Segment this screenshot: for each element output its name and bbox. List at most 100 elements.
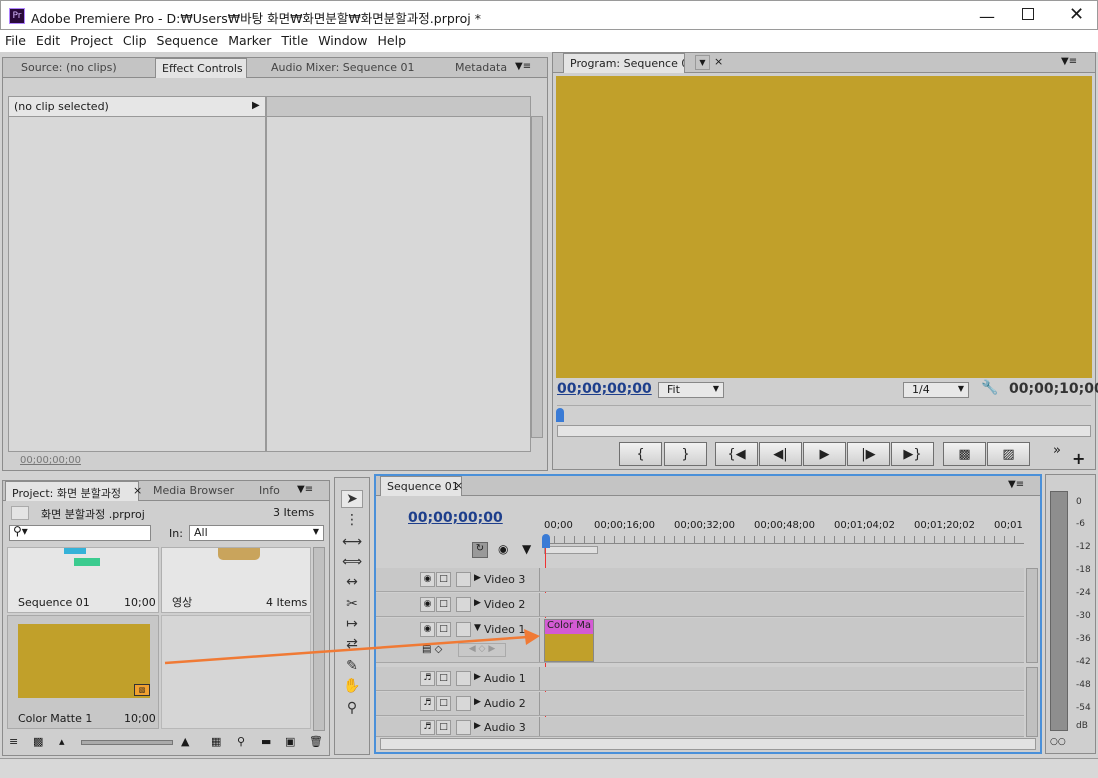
track-audio-1[interactable]: ♬ □ ▶ Audio 1	[376, 667, 1024, 691]
menu-project[interactable]: Project	[65, 30, 118, 48]
menu-marker[interactable]: Marker	[223, 30, 276, 48]
slide-tool-icon[interactable]: ⇄	[341, 636, 363, 654]
tab-media-browser[interactable]: Media Browser	[147, 481, 247, 501]
lock-icon[interactable]: □	[436, 720, 451, 735]
track-target-icon[interactable]	[456, 597, 471, 612]
project-item-bin[interactable]: 영상 4 Items	[161, 547, 311, 613]
playhead-icon[interactable]	[542, 534, 550, 548]
track-audio-3[interactable]: ♬ □ ▶ Audio 3	[376, 717, 1024, 737]
track-target-icon[interactable]	[456, 720, 471, 735]
play-button[interactable]: ▶	[803, 442, 846, 466]
go-to-out-button[interactable]: ▶}	[891, 442, 934, 466]
effect-scrollbar[interactable]	[531, 116, 543, 438]
panel-menu-icon[interactable]: ▼≡	[1008, 479, 1024, 490]
icon-view-icon[interactable]: ▩	[33, 735, 43, 748]
tab-audio-mixer[interactable]: Audio Mixer: Sequence 01	[265, 58, 443, 78]
tab-sequence[interactable]: Sequence 01	[380, 476, 462, 496]
menu-file[interactable]: File	[0, 30, 31, 48]
program-zoom-scrollbar[interactable]	[557, 425, 1091, 437]
zoom-small-icon[interactable]: ▴	[59, 735, 65, 748]
tab-project[interactable]: Project: 화면 분할과정	[5, 481, 139, 501]
mark-in-button[interactable]: {	[619, 442, 662, 466]
step-forward-button[interactable]: |▶	[847, 442, 890, 466]
trash-icon[interactable]: 🗑	[309, 735, 323, 748]
project-item-color-matte[interactable]: ▧ Color Matte 1 10;00	[7, 615, 159, 729]
rate-stretch-tool-icon[interactable]: ↔	[341, 574, 363, 592]
maximize-icon[interactable]	[1022, 8, 1034, 20]
pen-tool-icon[interactable]: ✎	[341, 658, 363, 676]
track-audio-2[interactable]: ♬ □ ▶ Audio 2	[376, 692, 1024, 716]
tab-close-icon[interactable]: ×	[714, 55, 723, 68]
rolling-edit-tool-icon[interactable]: ⟺	[341, 554, 363, 572]
tab-source[interactable]: Source: (no clips)	[15, 58, 150, 78]
tab-close-icon[interactable]: ×	[454, 479, 463, 492]
set-encore-marker-icon[interactable]: ◉	[498, 542, 508, 556]
new-bin-icon[interactable]: ▬	[261, 735, 271, 748]
lock-icon[interactable]: □	[436, 572, 451, 587]
lock-icon[interactable]: □	[436, 622, 451, 637]
automate-icon[interactable]: ▦	[211, 735, 221, 748]
new-item-icon[interactable]: ▣	[285, 735, 295, 748]
selection-tool-icon[interactable]: ➤	[341, 490, 363, 508]
menu-edit[interactable]: Edit	[31, 30, 65, 48]
expand-track-icon[interactable]: ▶	[474, 672, 481, 682]
resolution-select[interactable]: 1/4 ▼	[903, 382, 969, 398]
slip-tool-icon[interactable]: ↦	[341, 616, 363, 634]
panel-menu-icon[interactable]: ▼≡	[1061, 56, 1077, 67]
work-area-bar[interactable]	[544, 546, 598, 554]
menu-sequence[interactable]: Sequence	[152, 30, 224, 48]
timeline-current-timecode[interactable]: 00;00;00;00	[408, 510, 503, 526]
lift-button[interactable]: ▩	[943, 442, 986, 466]
razor-tool-icon[interactable]: ✂	[341, 596, 363, 614]
timeline-video-scrollbar[interactable]	[1026, 568, 1038, 663]
zoom-tool-icon[interactable]: ⚲	[341, 700, 363, 718]
project-scrollbar[interactable]	[313, 547, 325, 731]
expand-track-icon[interactable]: ▶	[474, 721, 481, 731]
tab-effect-controls[interactable]: Effect Controls	[155, 58, 247, 78]
mark-out-button[interactable]: }	[664, 442, 707, 466]
menu-clip[interactable]: Clip	[118, 30, 152, 48]
clip-color-matte[interactable]: Color Ma	[544, 619, 594, 662]
minimize-icon[interactable]: —	[979, 7, 995, 26]
timeline-h-scrollbar[interactable]	[380, 738, 1036, 750]
more-controls-icon[interactable]: »	[1053, 443, 1061, 458]
tab-metadata[interactable]: Metadata	[449, 58, 511, 78]
list-view-icon[interactable]: ≡	[9, 735, 18, 748]
effect-timecode[interactable]: 00;00;00;00	[20, 455, 81, 466]
go-to-in-button[interactable]: {◀	[715, 442, 758, 466]
panel-menu-icon[interactable]: ▼≡	[515, 61, 531, 72]
add-button-icon[interactable]: +	[1072, 449, 1085, 468]
zoom-select[interactable]: Fit ▼	[658, 382, 724, 398]
tab-close-icon[interactable]: ×	[133, 484, 142, 497]
keyframe-display-icon[interactable]: ▤ ◇	[422, 644, 442, 655]
search-input[interactable]: ⚲▾	[9, 524, 151, 541]
expand-arrow-icon[interactable]: ▶	[252, 100, 260, 111]
time-ruler[interactable]: 00;00 00;00;16;00 00;00;32;00 00;00;48;0…	[544, 518, 1026, 554]
marker-icon[interactable]: ▼	[522, 542, 531, 556]
panel-menu-icon[interactable]: ▼≡	[297, 484, 313, 495]
in-select[interactable]: All ▼	[189, 525, 324, 541]
program-timeruler[interactable]	[557, 405, 1091, 425]
ripple-edit-tool-icon[interactable]: ⟷	[341, 534, 363, 552]
expand-track-icon[interactable]: ▶	[474, 697, 481, 707]
expand-track-icon[interactable]: ▶	[474, 573, 481, 583]
speaker-icon[interactable]: ♬	[420, 696, 435, 711]
hand-tool-icon[interactable]: ✋	[341, 678, 363, 696]
zoom-large-icon[interactable]: ▲	[181, 735, 189, 748]
extract-button[interactable]: ▨	[987, 442, 1030, 466]
menu-help[interactable]: Help	[373, 30, 412, 48]
tab-program[interactable]: Program: Sequence 01	[563, 53, 685, 73]
track-video-3[interactable]: ◉ □ ▶ Video 3	[376, 568, 1024, 592]
wrench-icon[interactable]: 🔧	[981, 380, 998, 396]
eye-icon[interactable]: ◉	[420, 622, 435, 637]
close-icon[interactable]: ✕	[1069, 4, 1084, 25]
snap-icon[interactable]: ↻	[472, 542, 488, 558]
lock-icon[interactable]: □	[436, 597, 451, 612]
search-icon[interactable]: ⚲	[237, 735, 245, 748]
collapse-track-icon[interactable]: ▼	[474, 623, 481, 633]
track-video-1[interactable]: ◉ □ ▼ Video 1 ▤ ◇ ◀ ◇ ▶ Color Ma	[376, 618, 1024, 663]
thumbnail-size-slider[interactable]	[81, 740, 173, 745]
lock-icon[interactable]: □	[436, 671, 451, 686]
menu-window[interactable]: Window	[313, 30, 372, 48]
speaker-icon[interactable]: ♬	[420, 720, 435, 735]
